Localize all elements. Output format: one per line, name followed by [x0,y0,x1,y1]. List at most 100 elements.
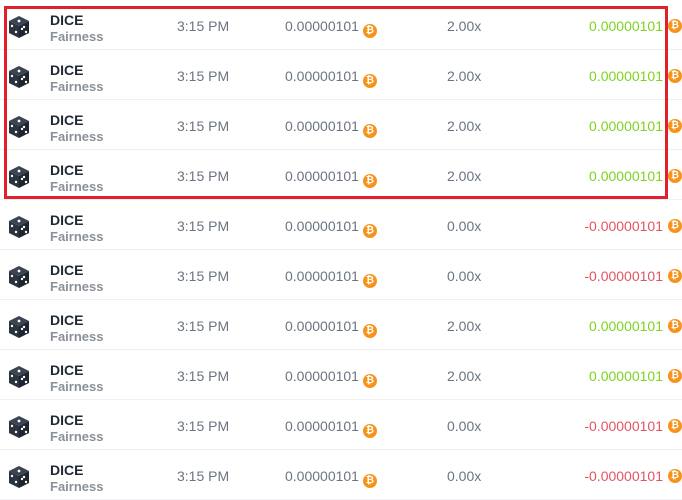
dice-icon [7,415,31,439]
bet-amount: 0.00000101 ₿ [285,218,377,238]
dice-icon [7,215,31,239]
bet-amount-value: 0.00000101 [285,218,359,234]
bet-amount: 0.00000101 ₿ [285,318,377,338]
bitcoin-icon: ₿ [362,374,377,388]
bet-time: 3:15 PM [177,218,230,234]
bet-time: 3:15 PM [177,268,230,284]
profit-value: -0.00000101 [584,268,663,284]
bet-row[interactable]: DICE Fairness 3:15 PM 0.00000101 ₿ 2.00x … [0,150,682,200]
bet-amount-value: 0.00000101 [285,118,359,134]
bet-row[interactable]: DICE Fairness 3:15 PM 0.00000101 ₿ 2.00x … [0,300,682,350]
bet-row[interactable]: DICE Fairness 3:15 PM 0.00000101 ₿ 2.00x … [0,350,682,400]
bitcoin-icon: ₿ [668,169,682,183]
profit-value: -0.00000101 [584,468,663,484]
bet-amount: 0.00000101 ₿ [285,368,377,388]
profit-value: 0.00000101 [589,368,663,384]
fairness-link[interactable]: Fairness [50,229,103,244]
profit-value: -0.00000101 [584,218,663,234]
profit: -0.00000101 ₿ [584,268,682,284]
game-name: DICE [50,412,84,428]
bet-time: 3:15 PM [177,418,230,434]
profit-value: 0.00000101 [589,68,663,84]
dice-icon [7,365,31,389]
fairness-link[interactable]: Fairness [50,179,103,194]
profit: 0.00000101 ₿ [589,68,682,84]
game-name: DICE [50,462,84,478]
multiplier: 0.00x [447,268,482,284]
multiplier: 0.00x [447,218,482,234]
bet-row[interactable]: DICE Fairness 3:15 PM 0.00000101 ₿ 2.00x … [0,100,682,150]
game-name: DICE [50,62,84,78]
game-name: DICE [50,212,84,228]
fairness-link[interactable]: Fairness [50,79,103,94]
multiplier: 2.00x [447,368,482,384]
bitcoin-icon: ₿ [668,19,682,33]
bet-amount-value: 0.00000101 [285,18,359,34]
multiplier: 0.00x [447,418,482,434]
bitcoin-icon: ₿ [362,224,377,238]
bet-row[interactable]: DICE Fairness 3:15 PM 0.00000101 ₿ 2.00x … [0,0,682,50]
bet-amount-value: 0.00000101 [285,468,359,484]
bitcoin-icon: ₿ [668,219,682,233]
bitcoin-icon: ₿ [362,424,377,438]
bet-row[interactable]: DICE Fairness 3:15 PM 0.00000101 ₿ 0.00x … [0,200,682,250]
bet-time: 3:15 PM [177,468,230,484]
profit: -0.00000101 ₿ [584,218,682,234]
multiplier: 2.00x [447,118,482,134]
dice-icon [7,15,31,39]
bitcoin-icon: ₿ [668,369,682,383]
game-name: DICE [50,112,84,128]
bet-row[interactable]: DICE Fairness 3:15 PM 0.00000101 ₿ 0.00x … [0,400,682,450]
dice-icon [7,165,31,189]
bitcoin-icon: ₿ [362,174,377,188]
dice-icon [7,65,31,89]
bet-amount-value: 0.00000101 [285,368,359,384]
bitcoin-icon: ₿ [362,24,377,38]
bet-row[interactable]: DICE Fairness 3:15 PM 0.00000101 ₿ 0.00x … [0,250,682,300]
fairness-link[interactable]: Fairness [50,29,103,44]
multiplier: 2.00x [447,68,482,84]
multiplier: 2.00x [447,318,482,334]
profit-value: 0.00000101 [589,18,663,34]
game-name: DICE [50,262,84,278]
profit-value: 0.00000101 [589,318,663,334]
bitcoin-icon: ₿ [668,419,682,433]
bet-row[interactable]: DICE Fairness 3:15 PM 0.00000101 ₿ 2.00x … [0,50,682,100]
bet-time: 3:15 PM [177,168,230,184]
bet-amount-value: 0.00000101 [285,268,359,284]
fairness-link[interactable]: Fairness [50,279,103,294]
profit: -0.00000101 ₿ [584,418,682,434]
bet-amount-value: 0.00000101 [285,418,359,434]
dice-icon [7,465,31,489]
fairness-link[interactable]: Fairness [50,479,103,494]
bet-row[interactable]: DICE Fairness 3:15 PM 0.00000101 ₿ 0.00x … [0,450,682,500]
bitcoin-icon: ₿ [362,74,377,88]
game-name: DICE [50,362,84,378]
bet-time: 3:15 PM [177,18,230,34]
bitcoin-icon: ₿ [362,124,377,138]
bitcoin-icon: ₿ [362,474,377,488]
bet-amount: 0.00000101 ₿ [285,268,377,288]
profit: 0.00000101 ₿ [589,318,682,334]
bet-amount: 0.00000101 ₿ [285,468,377,488]
profit-value: 0.00000101 [589,118,663,134]
bitcoin-icon: ₿ [668,269,682,283]
bet-amount: 0.00000101 ₿ [285,418,377,438]
bets-list: DICE Fairness 3:15 PM 0.00000101 ₿ 2.00x … [0,0,682,500]
bet-time: 3:15 PM [177,68,230,84]
fairness-link[interactable]: Fairness [50,329,103,344]
dice-icon [7,315,31,339]
bitcoin-icon: ₿ [668,319,682,333]
profit: -0.00000101 ₿ [584,468,682,484]
bitcoin-icon: ₿ [362,274,377,288]
bitcoin-icon: ₿ [668,469,682,483]
fairness-link[interactable]: Fairness [50,429,103,444]
bet-amount: 0.00000101 ₿ [285,68,377,88]
fairness-link[interactable]: Fairness [50,379,103,394]
bet-amount: 0.00000101 ₿ [285,118,377,138]
bitcoin-icon: ₿ [668,69,682,83]
bet-time: 3:15 PM [177,368,230,384]
game-name: DICE [50,12,84,28]
fairness-link[interactable]: Fairness [50,129,103,144]
profit: 0.00000101 ₿ [589,118,682,134]
